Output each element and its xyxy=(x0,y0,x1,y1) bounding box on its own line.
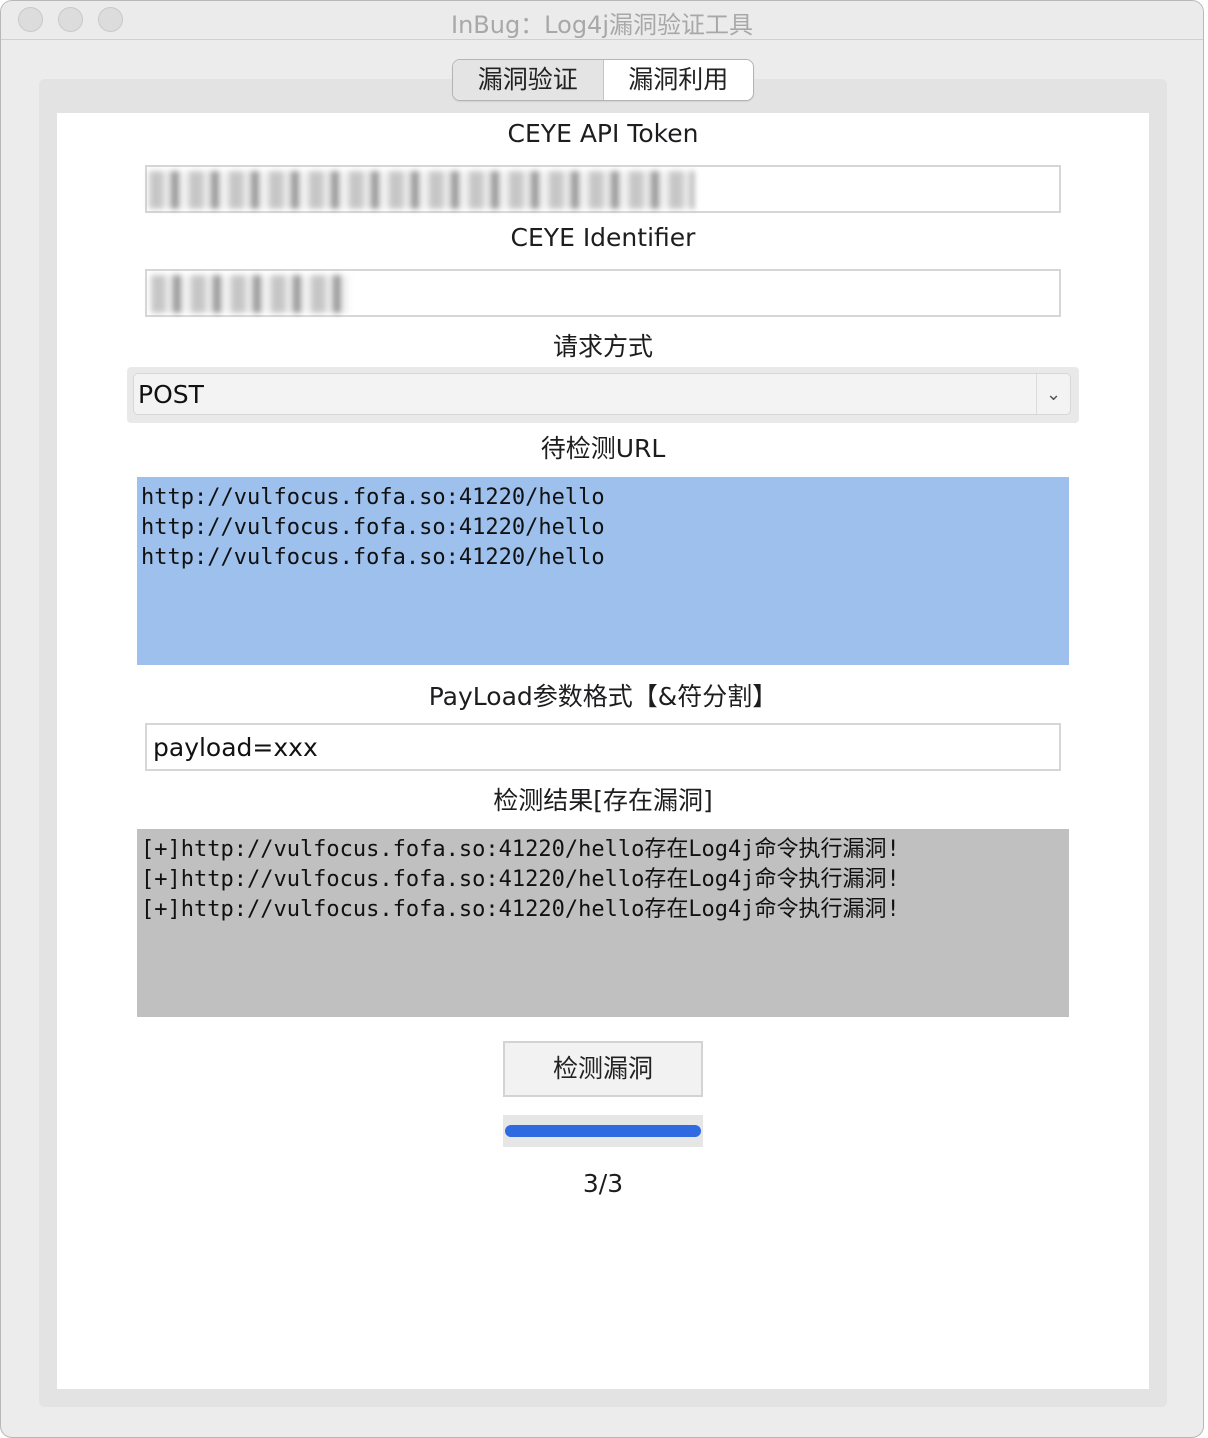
method-select[interactable]: POST ⌄ xyxy=(127,367,1079,423)
tab-vuln-exploit[interactable]: 漏洞利用 xyxy=(604,60,754,100)
result-label: 检测结果[存在漏洞] xyxy=(493,786,713,815)
result-textarea[interactable]: [+]http://vulfocus.fofa.so:41220/hello存在… xyxy=(137,829,1069,1017)
window-title: InBug：Log4j漏洞验证工具 xyxy=(450,11,753,39)
token-input[interactable] xyxy=(145,165,1061,213)
chevron-down-icon[interactable]: ⌄ xyxy=(1036,374,1070,414)
url-label: 待检测URL xyxy=(540,434,666,463)
tab-vuln-verify[interactable]: 漏洞验证 xyxy=(453,60,604,100)
progress-bar xyxy=(503,1115,703,1147)
progress-fill xyxy=(505,1125,701,1137)
redacted-identifier xyxy=(151,275,349,313)
method-value: POST xyxy=(138,380,204,409)
redacted-token xyxy=(149,171,694,209)
payload-label: PayLoad参数格式【&符分割】 xyxy=(428,682,778,711)
identifier-input[interactable] xyxy=(145,269,1061,317)
app-window: InBug：Log4j漏洞验证工具 漏洞验证 漏洞利用 CEYE API Tok… xyxy=(0,0,1204,1438)
identifier-label: CEYE Identifier xyxy=(510,223,696,252)
token-label: CEYE API Token xyxy=(507,119,699,148)
title-bar: InBug：Log4j漏洞验证工具 xyxy=(1,1,1203,40)
check-vuln-button[interactable]: 检测漏洞 xyxy=(503,1041,703,1097)
payload-input[interactable]: payload=xxx xyxy=(145,723,1061,771)
tab-bar: 漏洞验证 漏洞利用 xyxy=(452,59,754,101)
url-textarea[interactable]: http://vulfocus.fofa.so:41220/hello http… xyxy=(137,477,1069,665)
method-label: 请求方式 xyxy=(552,332,653,361)
progress-counter: 3/3 xyxy=(582,1169,624,1198)
method-select-field[interactable]: POST ⌄ xyxy=(133,373,1071,415)
